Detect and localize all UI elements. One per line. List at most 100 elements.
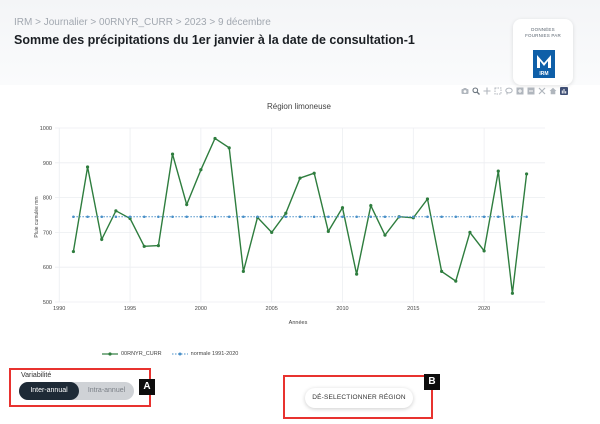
normal-data-point — [496, 215, 500, 219]
x-tick-label: 2015 — [407, 306, 419, 312]
normal-data-point — [86, 215, 89, 219]
breadcrumb[interactable]: IRM > Journalier > 00RNYR_CURR > 2023 > … — [14, 17, 271, 28]
observed-data-point — [142, 244, 146, 248]
observed-data-point — [468, 230, 472, 234]
normal-data-point — [171, 215, 174, 219]
observed-data-point — [369, 204, 373, 208]
zoom-icon[interactable] — [472, 87, 480, 95]
normal-data-point — [383, 215, 387, 219]
observed-data-point — [85, 165, 90, 169]
normal-data-point — [72, 215, 75, 219]
legend-observed-label: 00RNYR_CURR — [121, 351, 162, 357]
normal-data-point — [468, 215, 472, 219]
observed-data-point — [496, 169, 500, 173]
normal-data-point — [227, 215, 231, 219]
normal-data-point — [199, 215, 203, 219]
observed-data-point — [298, 176, 302, 180]
normal-data-point — [100, 215, 104, 219]
observed-data-point — [355, 272, 359, 276]
annotation-box-b — [283, 375, 433, 419]
legend-normal-swatch — [171, 352, 188, 356]
observed-data-point — [241, 269, 245, 273]
y-tick-label: 500 — [43, 300, 52, 306]
normal-data-point — [454, 215, 458, 219]
x-axis-label: Années — [289, 320, 308, 326]
observed-data-point — [170, 152, 175, 156]
y-axis-label: Pluie cumulée mm — [34, 196, 40, 237]
page-header: IRM > Journalier > 00RNYR_CURR > 2023 > … — [0, 0, 600, 85]
observed-data-point — [510, 291, 515, 295]
x-tick-label: 1990 — [53, 306, 65, 312]
y-axis-ticks: 500 600 700 800 900 1000 — [40, 126, 52, 306]
normal-data-point — [114, 215, 118, 219]
y-tick-label: 600 — [43, 265, 52, 271]
annotation-box-a — [9, 368, 151, 407]
chart-title: Région limoneuse — [267, 102, 332, 111]
y-tick-label: 800 — [43, 196, 52, 202]
zoom-out-icon[interactable] — [527, 87, 535, 95]
x-tick-label: 2020 — [478, 306, 490, 312]
autoscale-icon[interactable] — [538, 87, 546, 95]
normal-data-point — [284, 215, 288, 219]
normal-data-point — [511, 215, 514, 219]
normal-data-point — [312, 215, 316, 219]
logo-caption-line2: FOURNIES PAR — [525, 33, 561, 38]
normal-data-point — [128, 215, 132, 219]
chart-modebar — [461, 87, 568, 95]
observed-data-point — [71, 249, 76, 254]
normal-data-point — [157, 215, 160, 219]
observed-data-point — [100, 237, 104, 241]
chart-legend: 00RNYR_CURR normale 1991-2020 — [102, 351, 248, 357]
zoom-in-icon[interactable] — [516, 87, 524, 95]
home-icon[interactable] — [549, 87, 557, 95]
annotation-tag-b: B — [424, 374, 440, 390]
observed-data-point — [326, 229, 330, 233]
x-axis-ticks: 1990 1995 2000 2005 2010 2015 2020 — [53, 306, 490, 312]
normal-data-point — [426, 215, 429, 219]
normal-data-point — [440, 215, 443, 219]
x-tick-label: 2005 — [266, 306, 278, 312]
pan-icon[interactable] — [483, 87, 491, 95]
observed-data-point — [114, 209, 118, 213]
irm-logo-card: DONNÉES FOURNIES PAR IRM — [513, 19, 573, 85]
irm-logo: IRM — [533, 50, 555, 78]
plotly-logo-icon[interactable] — [560, 87, 568, 95]
observed-data-point — [199, 168, 203, 172]
logo-brand: IRM — [539, 71, 549, 77]
observed-data-point — [440, 269, 444, 273]
observed-data-point — [383, 233, 387, 237]
observed-data-point — [270, 230, 274, 234]
observed-data-point — [312, 171, 316, 175]
normal-data-point — [327, 215, 330, 219]
camera-icon[interactable] — [461, 87, 469, 95]
logo-caption: DONNÉES FOURNIES PAR — [513, 27, 573, 39]
legend-observed-swatch — [102, 352, 118, 356]
legend-normal-label: normale 1991-2020 — [190, 351, 239, 357]
y-tick-label: 700 — [43, 230, 52, 236]
observed-data-point — [156, 244, 160, 248]
normal-data-point — [270, 215, 273, 219]
observed-data-point — [524, 172, 529, 176]
x-tick-label: 1995 — [124, 306, 136, 312]
x-tick-label: 2000 — [195, 306, 207, 312]
observed-data-point — [284, 211, 288, 215]
page-title: Somme des précipitations du 1er janvier … — [14, 33, 415, 47]
legend-item-observed[interactable]: 00RNYR_CURR — [102, 351, 162, 357]
annotation-tag-a: A — [139, 379, 155, 395]
normal-data-point — [185, 215, 189, 219]
precipitation-line-chart: Région limoneuse 500 600 700 800 900 1000 199… — [34, 102, 545, 326]
observed-data-point — [340, 206, 345, 210]
legend-item-normal[interactable]: normale 1991-2020 — [171, 351, 239, 357]
y-tick-label: 900 — [43, 161, 52, 167]
y-tick-label: 1000 — [40, 126, 52, 132]
chart-grid — [55, 127, 545, 303]
normal-data-point — [142, 215, 146, 219]
normal-data-point — [213, 215, 217, 219]
normal-data-point — [482, 215, 486, 219]
normal-data-point — [525, 215, 528, 219]
box-select-icon[interactable] — [494, 87, 502, 95]
lasso-icon[interactable] — [505, 87, 513, 95]
normal-data-point — [411, 215, 415, 219]
x-tick-label: 2010 — [336, 306, 348, 312]
normal-data-point — [341, 215, 344, 219]
